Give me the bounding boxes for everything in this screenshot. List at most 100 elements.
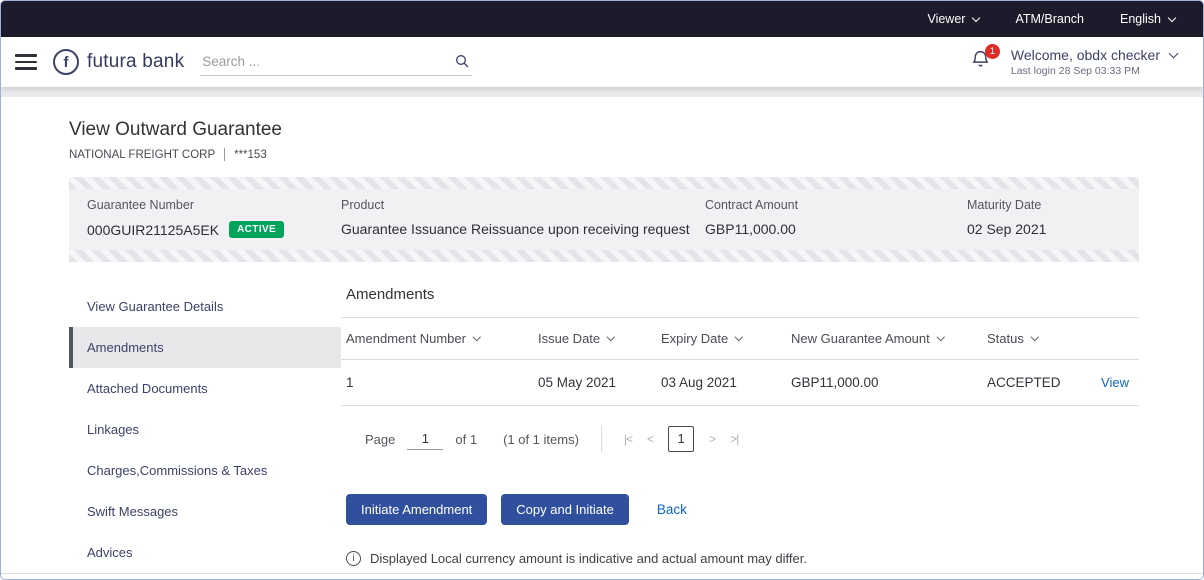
column-header-new-guarantee-amount[interactable]: New Guarantee Amount: [791, 331, 987, 346]
amendments-panel: Amendments Amendment Number Issue Date E…: [341, 282, 1139, 573]
currency-note-text: Displayed Local currency amount is indic…: [370, 551, 807, 566]
field-label: Contract Amount: [705, 198, 799, 212]
atm-branch-link[interactable]: ATM/Branch: [1015, 12, 1084, 26]
column-header-amendment-number[interactable]: Amendment Number: [346, 331, 538, 346]
product-value: Guarantee Issuance Reissuance upon recei…: [341, 221, 690, 237]
sidebar-item-label: Amendments: [87, 340, 164, 355]
guarantee-summary: Guarantee Number 000GUIR21125A5EK ACTIVE…: [69, 177, 1139, 262]
column-header-label: New Guarantee Amount: [791, 331, 930, 346]
bell-icon: [970, 51, 991, 74]
viewer-menu[interactable]: Viewer: [927, 12, 981, 26]
back-link[interactable]: Back: [657, 502, 687, 517]
field-label: Guarantee Number: [87, 198, 195, 212]
sidebar-item-charges-commissions-taxes[interactable]: Charges,Commissions & Taxes: [69, 450, 341, 491]
party-info: NATIONAL FREIGHT CORP ***153: [69, 148, 1139, 161]
field-label: Product: [341, 198, 385, 212]
last-page-icon[interactable]: >|: [730, 432, 739, 446]
chevron-down-icon: [1030, 333, 1039, 341]
guarantee-number-value: 000GUIR21125A5EK: [87, 221, 220, 238]
column-header-issue-date[interactable]: Issue Date: [538, 331, 661, 346]
sidebar-item-amendments[interactable]: Amendments: [69, 327, 341, 368]
chevron-down-icon: [972, 13, 981, 22]
view-link[interactable]: View: [1101, 375, 1129, 390]
viewer-menu-label: Viewer: [927, 12, 966, 26]
sidebar-item-attached-documents[interactable]: Attached Documents: [69, 368, 341, 409]
brand-logo-icon: f: [53, 49, 79, 75]
user-menu-toggle[interactable]: Welcome, obdx checker: [1010, 47, 1179, 63]
cell-status: ACCEPTED: [987, 375, 1061, 390]
chevron-down-icon: [607, 333, 615, 341]
cell-new-guarantee-amount: GBP11,000.00: [791, 375, 879, 390]
info-icon: i: [346, 551, 361, 566]
column-header-label: Expiry Date: [661, 331, 729, 346]
pagination-nav: |< < 1 > >|: [624, 426, 739, 452]
main-content: View Outward Guarantee NATIONAL FREIGHT …: [1, 97, 1203, 574]
notification-count-badge: 1: [984, 44, 1000, 59]
previous-page-icon[interactable]: <: [647, 432, 654, 446]
body-grid: View Guarantee Details Amendments Attach…: [69, 282, 1139, 573]
column-header-label: Issue Date: [538, 331, 601, 346]
language-menu[interactable]: English: [1120, 12, 1177, 26]
sidebar-item-advices[interactable]: Advices: [69, 532, 341, 573]
chevron-down-icon: [735, 333, 743, 341]
column-header-label: Amendment Number: [346, 331, 466, 346]
page-of-label: of 1: [455, 431, 478, 447]
table-header-row: Amendment Number Issue Date Expiry Date …: [341, 317, 1139, 360]
search-input[interactable]: [200, 48, 473, 76]
brand-name: futura bank: [87, 51, 185, 72]
action-buttons: Initiate Amendment Copy and Initiate Bac…: [341, 494, 1139, 525]
hamburger-menu-icon[interactable]: [15, 54, 37, 70]
page-number-input[interactable]: [407, 428, 444, 450]
search-bar: [200, 48, 473, 76]
app-window: Viewer ATM/Branch English f futura bank: [0, 0, 1204, 580]
search-icon[interactable]: [454, 53, 470, 74]
header-right: 1 Welcome, obdx checker Last login 28 Se…: [970, 44, 1179, 77]
sidebar-item-label: View Guarantee Details: [87, 299, 224, 314]
sidebar-item-label: Charges,Commissions & Taxes: [87, 463, 268, 478]
field-contract-amount: Contract Amount GBP11,000.00: [705, 198, 967, 238]
sidebar-item-label: Linkages: [87, 422, 140, 437]
copy-and-initiate-button[interactable]: Copy and Initiate: [501, 494, 629, 525]
welcome-text: Welcome, obdx checker: [1010, 47, 1160, 63]
party-name: NATIONAL FREIGHT CORP: [69, 148, 216, 161]
column-header-status[interactable]: Status: [987, 331, 1083, 346]
column-header-label: Status: [987, 331, 1024, 346]
header: f futura bank 1 Welcome, obdx checker L: [1, 37, 1203, 87]
user-menu: Welcome, obdx checker Last login 28 Sep …: [1010, 47, 1179, 77]
pagination: Page of 1 (1 of 1 items) |< < 1 > >|: [341, 426, 1139, 452]
chevron-down-icon: [1167, 13, 1177, 22]
sidebar-item-label: Advices: [87, 545, 133, 560]
notifications-button[interactable]: 1: [970, 44, 1000, 75]
topbar: Viewer ATM/Branch English: [1, 1, 1203, 37]
summary-fields: Guarantee Number 000GUIR21125A5EK ACTIVE…: [69, 189, 1139, 250]
next-page-icon[interactable]: >: [709, 432, 716, 446]
hatch-pattern-top: [69, 177, 1139, 189]
header-divider-band: [1, 87, 1203, 97]
party-account: ***153: [234, 148, 267, 161]
sidebar-item-label: Attached Documents: [87, 381, 208, 396]
sidebar-item-label: Swift Messages: [87, 504, 179, 519]
sidebar-item-linkages[interactable]: Linkages: [69, 409, 341, 450]
current-page-button[interactable]: 1: [668, 426, 695, 452]
field-label: Maturity Date: [967, 198, 1042, 212]
maturity-date-value: 02 Sep 2021: [967, 221, 1047, 237]
table-row: 1 05 May 2021 03 Aug 2021 GBP11,000.00 A…: [341, 360, 1139, 406]
last-login-text: Last login 28 Sep 03:33 PM: [1010, 65, 1140, 77]
first-page-icon[interactable]: |<: [624, 432, 633, 446]
language-menu-label: English: [1120, 12, 1161, 26]
brand-logo[interactable]: f futura bank: [53, 49, 184, 75]
column-header-expiry-date[interactable]: Expiry Date: [661, 331, 791, 346]
divider: [600, 426, 602, 452]
status-badge: ACTIVE: [229, 221, 285, 238]
sidebar-item-swift-messages[interactable]: Swift Messages: [69, 491, 341, 532]
cell-expiry-date: 03 Aug 2021: [661, 375, 737, 390]
atm-branch-label: ATM/Branch: [1015, 12, 1084, 26]
panel-title: Amendments: [346, 286, 435, 303]
sidebar: View Guarantee Details Amendments Attach…: [69, 282, 341, 573]
hatch-pattern-bottom: [69, 250, 1139, 262]
contract-amount-value: GBP11,000.00: [705, 221, 796, 237]
sidebar-item-view-guarantee-details[interactable]: View Guarantee Details: [69, 286, 341, 327]
field-maturity-date: Maturity Date 02 Sep 2021: [967, 198, 1121, 238]
field-guarantee-number: Guarantee Number 000GUIR21125A5EK ACTIVE: [87, 198, 341, 238]
initiate-amendment-button[interactable]: Initiate Amendment: [346, 494, 488, 525]
